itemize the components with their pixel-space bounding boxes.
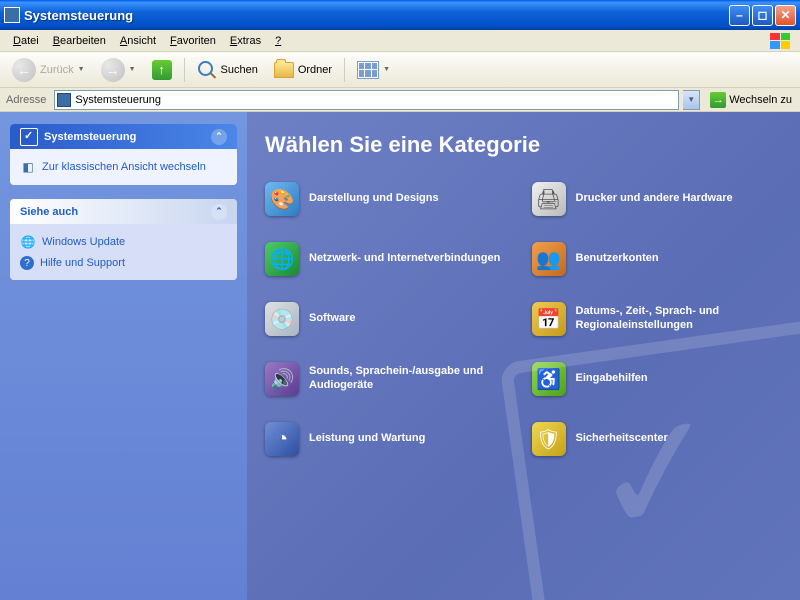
network-icon: 🌐 — [265, 242, 299, 276]
content-area: Wählen Sie eine Kategorie 🎨 Darstellung … — [247, 112, 800, 600]
address-label: Adresse — [2, 94, 50, 106]
category-security[interactable]: 🛡 Sicherheitscenter — [532, 422, 783, 456]
category-sounds-label: Sounds, Sprachein-/ausgabe und Audiogerä… — [309, 365, 516, 393]
switch-view-icon: ◧ — [20, 159, 36, 175]
menu-bar: Datei Bearbeiten Ansicht Favoriten Extra… — [0, 30, 800, 52]
category-grid: 🎨 Darstellung und Designs 🖨 Drucker und … — [265, 182, 782, 456]
category-network[interactable]: 🌐 Netzwerk- und Internetverbindungen — [265, 242, 516, 276]
menu-datei[interactable]: Datei — [6, 33, 46, 49]
globe-icon: 🌐 — [20, 234, 36, 250]
sidebar-panel-control: Systemsteuerung ⌃ ◧ Zur klassischen Ansi… — [10, 124, 237, 185]
go-arrow-icon: → — [710, 92, 726, 108]
address-bar: Adresse Systemsteuerung ▼ → Wechseln zu — [0, 88, 800, 112]
control-panel-icon — [57, 93, 71, 107]
up-button[interactable]: ↑ — [146, 58, 178, 82]
category-performance-label: Leistung und Wartung — [309, 432, 425, 446]
category-datetime[interactable]: 📅 Datums-, Zeit-, Sprach- und Regionalei… — [532, 302, 783, 336]
views-dropdown-icon: ▼ — [383, 66, 390, 73]
folders-button[interactable]: Ordner — [268, 60, 338, 80]
shield-icon: 🛡 — [532, 422, 566, 456]
help-support-link[interactable]: ? Hilfe und Support — [20, 256, 227, 270]
go-button[interactable]: → Wechseln zu — [704, 92, 798, 108]
window-buttons: – ◻ ✕ — [729, 5, 796, 26]
windows-flag-icon — [770, 33, 790, 49]
close-button[interactable]: ✕ — [775, 5, 796, 26]
switch-classic-label: Zur klassischen Ansicht wechseln — [42, 161, 206, 173]
sidebar: Systemsteuerung ⌃ ◧ Zur klassischen Ansi… — [0, 112, 247, 600]
category-security-label: Sicherheitscenter — [576, 432, 668, 446]
users-icon: 👥 — [532, 242, 566, 276]
search-label: Suchen — [221, 64, 258, 76]
back-label: Zurück — [40, 64, 74, 76]
forward-dropdown-icon: ▼ — [129, 66, 136, 73]
menu-hilfe[interactable]: ? — [268, 33, 288, 49]
back-arrow-icon: ← — [12, 58, 36, 82]
back-dropdown-icon: ▼ — [78, 66, 85, 73]
minimize-button[interactable]: – — [729, 5, 750, 26]
views-icon — [357, 61, 379, 79]
sidebar-panel-control-title: Systemsteuerung — [44, 131, 136, 143]
chart-icon: ◔ — [265, 422, 299, 456]
category-users-label: Benutzerkonten — [576, 252, 659, 266]
category-printers-label: Drucker und andere Hardware — [576, 192, 733, 206]
toolbar: ← Zurück ▼ → ▼ ↑ Suchen Ordner ▼ — [0, 52, 800, 88]
address-value: Systemsteuerung — [75, 94, 676, 106]
up-folder-icon: ↑ — [152, 60, 172, 80]
sidebar-panel-seealso-header[interactable]: Siehe auch ⌃ — [10, 199, 237, 224]
category-appearance-label: Darstellung und Designs — [309, 192, 439, 206]
speaker-icon: 🔊 — [265, 362, 299, 396]
folders-label: Ordner — [298, 64, 332, 76]
folder-icon — [274, 62, 294, 78]
sidebar-panel-seealso: Siehe auch ⌃ 🌐 Windows Update ? Hilfe un… — [10, 199, 237, 280]
category-printers[interactable]: 🖨 Drucker und andere Hardware — [532, 182, 783, 216]
back-button[interactable]: ← Zurück ▼ — [6, 56, 91, 84]
sidebar-panel-control-header[interactable]: Systemsteuerung ⌃ — [10, 124, 237, 149]
forward-button[interactable]: → ▼ — [95, 56, 142, 84]
category-users[interactable]: 👥 Benutzerkonten — [532, 242, 783, 276]
appearance-icon: 🎨 — [265, 182, 299, 216]
sidebar-panel-seealso-title: Siehe auch — [20, 206, 78, 218]
category-sounds[interactable]: 🔊 Sounds, Sprachein-/ausgabe und Audioge… — [265, 362, 516, 396]
toolbar-separator-2 — [344, 58, 345, 82]
category-datetime-label: Datums-, Zeit-, Sprach- und Regionaleins… — [576, 305, 783, 333]
category-accessibility[interactable]: ♿ Eingabehilfen — [532, 362, 783, 396]
title-bar: Systemsteuerung – ◻ ✕ — [0, 0, 800, 30]
menu-ansicht[interactable]: Ansicht — [113, 33, 163, 49]
toolbar-separator — [184, 58, 185, 82]
collapse-icon: ⌃ — [211, 204, 227, 220]
category-appearance[interactable]: 🎨 Darstellung und Designs — [265, 182, 516, 216]
window-icon — [4, 7, 20, 23]
help-support-label: Hilfe und Support — [40, 257, 125, 269]
category-software[interactable]: 💿 Software — [265, 302, 516, 336]
switch-classic-view-link[interactable]: ◧ Zur klassischen Ansicht wechseln — [20, 159, 227, 175]
category-accessibility-label: Eingabehilfen — [576, 372, 648, 386]
software-icon: 💿 — [265, 302, 299, 336]
search-icon — [197, 60, 217, 80]
maximize-button[interactable]: ◻ — [752, 5, 773, 26]
help-icon: ? — [20, 256, 34, 270]
page-heading: Wählen Sie eine Kategorie — [265, 132, 782, 158]
control-panel-header-icon — [20, 128, 38, 146]
search-button[interactable]: Suchen — [191, 58, 264, 82]
accessibility-icon: ♿ — [532, 362, 566, 396]
category-network-label: Netzwerk- und Internetverbindungen — [309, 252, 500, 266]
printer-icon: 🖨 — [532, 182, 566, 216]
menu-favoriten[interactable]: Favoriten — [163, 33, 223, 49]
windows-update-link[interactable]: 🌐 Windows Update — [20, 234, 227, 250]
category-performance[interactable]: ◔ Leistung und Wartung — [265, 422, 516, 456]
calendar-icon: 📅 — [532, 302, 566, 336]
go-label: Wechseln zu — [729, 94, 792, 106]
category-software-label: Software — [309, 312, 355, 326]
windows-update-label: Windows Update — [42, 236, 125, 248]
views-button[interactable]: ▼ — [351, 59, 396, 81]
menu-extras[interactable]: Extras — [223, 33, 268, 49]
window-title: Systemsteuerung — [24, 8, 729, 23]
address-dropdown-button[interactable]: ▼ — [683, 90, 700, 110]
main-area: Systemsteuerung ⌃ ◧ Zur klassischen Ansi… — [0, 112, 800, 600]
address-input[interactable]: Systemsteuerung — [54, 90, 679, 110]
forward-arrow-icon: → — [101, 58, 125, 82]
menu-bearbeiten[interactable]: Bearbeiten — [46, 33, 113, 49]
collapse-icon: ⌃ — [211, 129, 227, 145]
